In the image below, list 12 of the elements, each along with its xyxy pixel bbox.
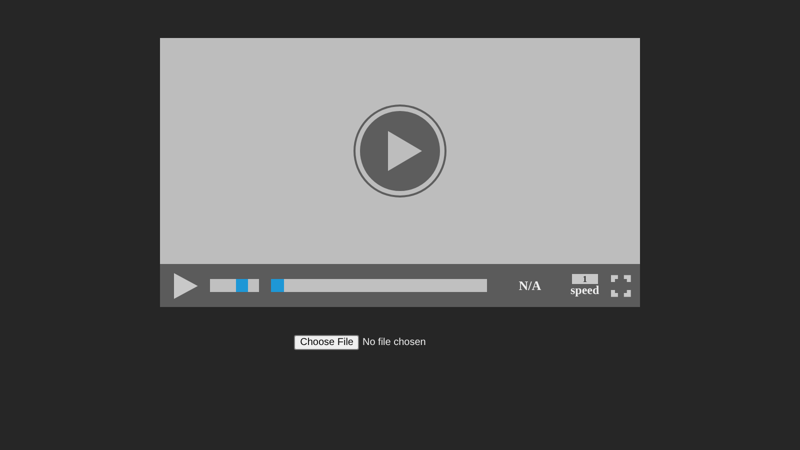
fullscreen-icon[interactable] [611, 274, 631, 296]
choose-file-button[interactable]: Choose File [294, 335, 360, 350]
time-display: N/A [518, 278, 542, 294]
slider-thumb[interactable] [236, 279, 248, 292]
volume-slider[interactable] [210, 279, 260, 292]
play-icon[interactable] [174, 272, 198, 298]
slider-thumb[interactable] [271, 279, 284, 292]
play-icon[interactable] [353, 104, 447, 198]
file-status: No file chosen [362, 337, 426, 348]
speed-label: speed [570, 284, 600, 297]
speed-field[interactable]: 1 [572, 274, 598, 284]
progress-bar[interactable] [271, 279, 487, 292]
